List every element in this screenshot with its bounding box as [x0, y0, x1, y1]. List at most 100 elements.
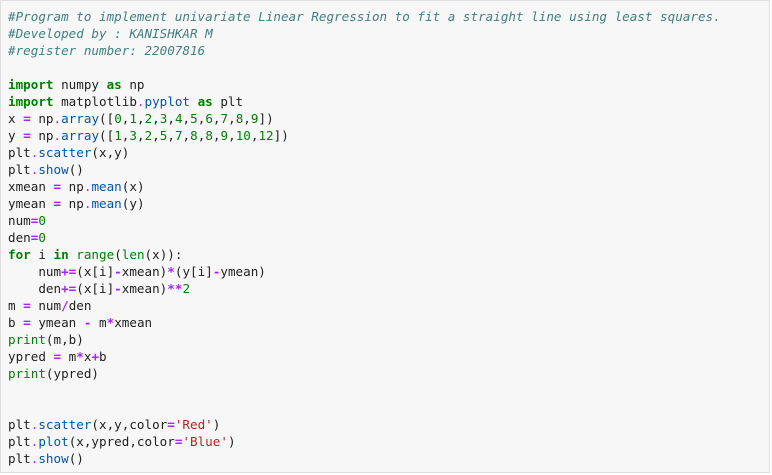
code-token: m	[91, 315, 107, 330]
code-line: num=0	[8, 212, 721, 229]
code-token: ([	[99, 111, 115, 126]
code-token: xmean)	[121, 281, 168, 296]
code-line: #register number: 22007816	[8, 42, 721, 59]
code-token: den	[8, 281, 62, 296]
code-token: import	[8, 77, 54, 92]
code-token: pyplot	[144, 94, 191, 109]
code-token: show	[38, 162, 69, 177]
code-token: in	[53, 247, 69, 262]
code-token: ,	[152, 128, 160, 143]
code-token: =	[23, 315, 31, 330]
code-token: ,	[167, 111, 175, 126]
code-token: ,	[212, 111, 221, 126]
code-line: for i in range(len(x)):	[8, 246, 721, 263]
code-token: as	[197, 94, 213, 109]
code-token: (y)	[121, 196, 145, 211]
code-line: import numpy as np	[8, 76, 721, 93]
code-token: (x)	[121, 179, 145, 194]
code-token: (x,y,color	[91, 417, 168, 432]
code-token: array	[61, 111, 100, 126]
code-line: plt.scatter(x,y)	[8, 144, 721, 161]
code-token: =	[23, 298, 31, 313]
code-token: #Developed by : KANISHKAR M	[8, 26, 213, 41]
code-token: np	[61, 196, 84, 211]
code-token: =	[53, 196, 62, 211]
code-token: 2	[182, 281, 191, 296]
code-token: 3	[129, 128, 137, 143]
code-token: 8	[190, 128, 198, 143]
code-token: ,	[228, 111, 236, 126]
code-token: 1	[129, 111, 137, 126]
code-token: ,	[212, 128, 221, 143]
code-editor[interactable]: #Program to implement univariate Linear …	[8, 8, 721, 467]
code-token: ,	[136, 111, 145, 126]
code-token: (x)):	[144, 247, 183, 262]
code-token: 'Red'	[174, 417, 213, 432]
code-token: (x[i]	[76, 264, 115, 279]
code-token: =	[167, 417, 175, 432]
code-token: =	[23, 128, 31, 143]
code-token: 10	[235, 128, 251, 143]
code-token: *	[76, 349, 84, 364]
code-token: np	[30, 128, 54, 143]
code-token: +=	[61, 264, 77, 279]
code-token: np	[30, 111, 54, 126]
code-line: num+=(x[i]-xmean)*(y[i]-ymean)	[8, 263, 721, 280]
code-token: plt	[8, 434, 31, 449]
code-token: ()	[68, 451, 84, 466]
code-token: matplotlib	[53, 94, 137, 109]
code-token: (m,b)	[45, 332, 84, 347]
code-token: .	[53, 128, 62, 143]
code-token: ymean	[8, 196, 54, 211]
code-token: ,	[228, 128, 236, 143]
code-token: b	[99, 349, 107, 364]
code-token: .	[136, 94, 145, 109]
code-token: ,	[136, 128, 145, 143]
code-token: )	[212, 417, 221, 432]
code-line: plt.scatter(x,y,color='Red')	[8, 416, 721, 433]
code-token: (x,ypred,color	[68, 434, 175, 449]
code-line: den=0	[8, 229, 721, 246]
code-token: 0	[114, 111, 122, 126]
code-token: len	[121, 247, 145, 262]
code-token: **	[167, 281, 183, 296]
code-line: import matplotlib.pyplot as plt	[8, 93, 721, 110]
code-token: ,	[182, 111, 191, 126]
code-token: ypred	[8, 349, 54, 364]
code-token: plot	[38, 434, 69, 449]
code-token: /	[61, 298, 69, 313]
code-token: *	[167, 264, 175, 279]
code-token: 1	[114, 128, 122, 143]
code-token: np	[61, 179, 84, 194]
code-token: #register number: 22007816	[8, 43, 206, 58]
code-token: ymean	[30, 315, 84, 330]
code-token: scatter	[38, 145, 92, 160]
code-token: b	[8, 315, 24, 330]
code-token: +=	[61, 281, 77, 296]
code-token: ,	[152, 111, 160, 126]
code-token: ,	[243, 111, 251, 126]
code-line: print(m,b)	[8, 331, 721, 348]
code-line: xmean = np.mean(x)	[8, 178, 721, 195]
code-token: ,	[167, 128, 175, 143]
code-line: m = num/den	[8, 297, 721, 314]
code-token: +	[91, 349, 100, 364]
code-token: ([	[99, 128, 115, 143]
code-token: num	[30, 298, 62, 313]
code-token: 7	[174, 128, 183, 143]
code-token: .	[53, 111, 62, 126]
code-token: (ypred)	[45, 366, 99, 381]
code-token: plt	[8, 417, 31, 432]
code-token: =	[53, 349, 62, 364]
code-line: ymean = np.mean(y)	[8, 195, 721, 212]
code-token: ])	[273, 128, 289, 143]
code-token: xmean)	[121, 264, 168, 279]
code-token: (	[114, 247, 122, 262]
code-token: plt	[8, 162, 31, 177]
code-token: -	[114, 281, 122, 296]
code-token: m	[8, 298, 24, 313]
code-line: plt.plot(x,ypred,color='Blue')	[8, 433, 721, 450]
code-cell[interactable]: #Program to implement univariate Linear …	[0, 0, 770, 473]
